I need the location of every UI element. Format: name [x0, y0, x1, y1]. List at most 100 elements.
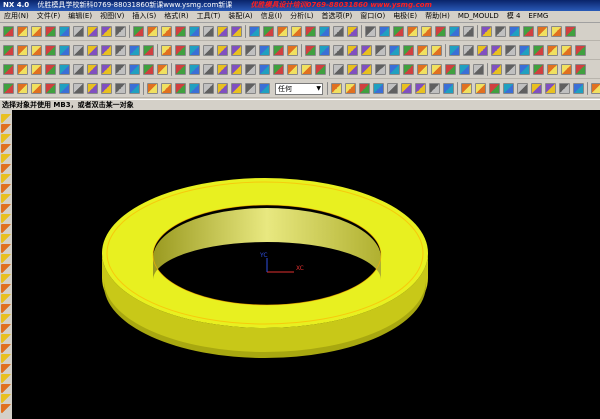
- toolbar-tool-icon[interactable]: [31, 26, 42, 37]
- toolbar-tool-icon[interactable]: [59, 45, 70, 56]
- toolbar-tool-icon[interactable]: [375, 64, 386, 75]
- toolbar-tool-icon[interactable]: [87, 83, 98, 94]
- toolbar-tool-icon[interactable]: [333, 64, 344, 75]
- toolbar-tool-icon[interactable]: [495, 26, 506, 37]
- toolbar-tool-icon[interactable]: [421, 26, 432, 37]
- toolbar-tool-icon[interactable]: [245, 45, 256, 56]
- toolbar-tool-icon[interactable]: [533, 64, 544, 75]
- toolbar-tool-icon[interactable]: [537, 26, 548, 37]
- toolbar-tool-icon[interactable]: [147, 26, 158, 37]
- left-tool-icon[interactable]: [1, 154, 11, 163]
- toolbar-tool-icon[interactable]: [449, 26, 460, 37]
- toolbar-tool-icon[interactable]: [87, 26, 98, 37]
- toolbar-tool-icon[interactable]: [3, 45, 14, 56]
- toolbar-tool-icon[interactable]: [365, 26, 376, 37]
- toolbar-tool-icon[interactable]: [101, 26, 112, 37]
- toolbar-tool-icon[interactable]: [359, 83, 370, 94]
- menu-item-6[interactable]: 工具(T): [193, 11, 225, 22]
- toolbar-tool-icon[interactable]: [431, 64, 442, 75]
- toolbar-tool-icon[interactable]: [575, 64, 586, 75]
- toolbar-tool-icon[interactable]: [291, 26, 302, 37]
- toolbar-tool-icon[interactable]: [45, 83, 56, 94]
- toolbar-tool-icon[interactable]: [375, 45, 386, 56]
- toolbar-tool-icon[interactable]: [407, 26, 418, 37]
- left-tool-icon[interactable]: [1, 134, 11, 143]
- left-tool-icon[interactable]: [1, 344, 11, 353]
- toolbar-tool-icon[interactable]: [347, 26, 358, 37]
- toolbar-tool-icon[interactable]: [331, 83, 342, 94]
- left-tool-icon[interactable]: [1, 354, 11, 363]
- left-tool-icon[interactable]: [1, 224, 11, 233]
- toolbar-tool-icon[interactable]: [73, 83, 84, 94]
- toolbar-tool-icon[interactable]: [59, 26, 70, 37]
- toolbar-tool-icon[interactable]: [489, 83, 500, 94]
- toolbar-tool-icon[interactable]: [249, 26, 260, 37]
- toolbar-tool-icon[interactable]: [161, 83, 172, 94]
- left-tool-icon[interactable]: [1, 194, 11, 203]
- toolbar-tool-icon[interactable]: [431, 45, 442, 56]
- toolbar-tool-icon[interactable]: [319, 26, 330, 37]
- toolbar-tool-icon[interactable]: [217, 26, 228, 37]
- toolbar-tool-icon[interactable]: [305, 45, 316, 56]
- toolbar-tool-icon[interactable]: [133, 26, 144, 37]
- toolbar-tool-icon[interactable]: [463, 26, 474, 37]
- toolbar-tool-icon[interactable]: [31, 83, 42, 94]
- toolbar-tool-icon[interactable]: [3, 64, 14, 75]
- toolbar-tool-icon[interactable]: [17, 26, 28, 37]
- left-tool-icon[interactable]: [1, 324, 11, 333]
- toolbar-tool-icon[interactable]: [217, 83, 228, 94]
- left-tool-icon[interactable]: [1, 204, 11, 213]
- left-tool-icon[interactable]: [1, 164, 11, 173]
- toolbar-tool-icon[interactable]: [87, 64, 98, 75]
- toolbar-tool-icon[interactable]: [203, 83, 214, 94]
- toolbar-tool-icon[interactable]: [347, 64, 358, 75]
- toolbar-tool-icon[interactable]: [245, 83, 256, 94]
- menu-item-8[interactable]: 信息(I): [257, 11, 287, 22]
- toolbar-tool-icon[interactable]: [231, 26, 242, 37]
- menu-item-13[interactable]: 帮助(H): [421, 11, 454, 22]
- toolbar-tool-icon[interactable]: [301, 64, 312, 75]
- layer-filter-dropdown[interactable]: 任何 ▼: [275, 83, 323, 95]
- toolbar-tool-icon[interactable]: [547, 64, 558, 75]
- toolbar-tool-icon[interactable]: [189, 45, 200, 56]
- menu-item-4[interactable]: 插入(S): [128, 11, 160, 22]
- toolbar-tool-icon[interactable]: [389, 45, 400, 56]
- left-tool-icon[interactable]: [1, 144, 11, 153]
- left-tool-icon[interactable]: [1, 184, 11, 193]
- menu-item-15[interactable]: 模 4: [503, 11, 525, 22]
- toolbar-tool-icon[interactable]: [231, 64, 242, 75]
- toolbar-tool-icon[interactable]: [491, 45, 502, 56]
- toolbar-tool-icon[interactable]: [217, 64, 228, 75]
- toolbar-tool-icon[interactable]: [263, 26, 274, 37]
- toolbar-tool-icon[interactable]: [573, 83, 584, 94]
- toolbar-tool-icon[interactable]: [481, 26, 492, 37]
- toolbar-tool-icon[interactable]: [31, 64, 42, 75]
- toolbar-tool-icon[interactable]: [559, 83, 570, 94]
- left-tool-icon[interactable]: [1, 334, 11, 343]
- left-tool-icon[interactable]: [1, 384, 11, 393]
- toolbar-tool-icon[interactable]: [509, 26, 520, 37]
- toolbar-tool-icon[interactable]: [259, 45, 270, 56]
- toolbar-tool-icon[interactable]: [259, 64, 270, 75]
- toolbar-tool-icon[interactable]: [477, 45, 488, 56]
- toolbar-tool-icon[interactable]: [523, 26, 534, 37]
- toolbar-tool-icon[interactable]: [3, 83, 14, 94]
- left-tool-icon[interactable]: [1, 234, 11, 243]
- toolbar-tool-icon[interactable]: [143, 45, 154, 56]
- toolbar-tool-icon[interactable]: [561, 64, 572, 75]
- toolbar-tool-icon[interactable]: [519, 64, 530, 75]
- toolbar-tool-icon[interactable]: [565, 26, 576, 37]
- toolbar-tool-icon[interactable]: [3, 26, 14, 37]
- toolbar-tool-icon[interactable]: [547, 45, 558, 56]
- toolbar-tool-icon[interactable]: [189, 64, 200, 75]
- toolbar-tool-icon[interactable]: [387, 83, 398, 94]
- left-tool-icon[interactable]: [1, 374, 11, 383]
- left-tool-icon[interactable]: [1, 304, 11, 313]
- menu-item-2[interactable]: 编辑(E): [64, 11, 96, 22]
- toolbar-tool-icon[interactable]: [59, 83, 70, 94]
- toolbar-tool-icon[interactable]: [259, 83, 270, 94]
- menu-item-11[interactable]: 窗口(O): [356, 11, 389, 22]
- toolbar-tool-icon[interactable]: [147, 83, 158, 94]
- toolbar-tool-icon[interactable]: [459, 64, 470, 75]
- toolbar-tool-icon[interactable]: [189, 83, 200, 94]
